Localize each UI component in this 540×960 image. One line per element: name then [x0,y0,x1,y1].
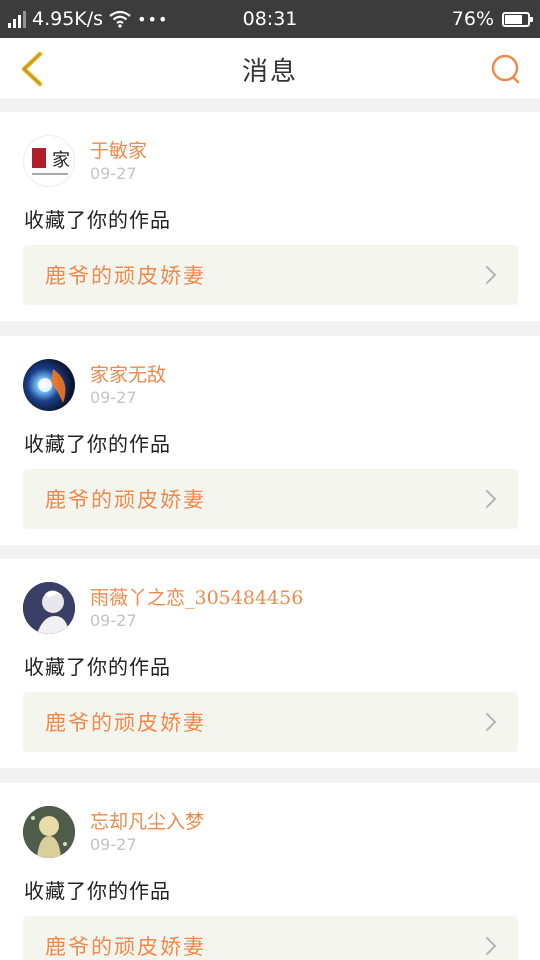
search-button[interactable] [484,47,528,91]
avatar-person-image [23,582,75,634]
message-card: 家 于敏家 09-27 收藏了你的作品 鹿爷的顽皮娇妻 [0,112,540,321]
message-card: 忘却凡尘入梦 09-27 收藏了你的作品 鹿爷的顽皮娇妻 [0,783,540,960]
username[interactable]: 于敏家 [90,136,147,163]
action-text: 收藏了你的作品 [24,879,171,903]
work-link[interactable]: 鹿爷的顽皮娇妻 [23,692,518,752]
status-bar: 4.95K/s ••• 08:31 76% [0,0,540,38]
battery-percent: 76% [451,8,494,30]
battery-fill [505,14,522,24]
chevron-right-icon [486,713,497,731]
status-right: 76% [451,0,533,38]
work-link[interactable]: 鹿爷的顽皮娇妻 [23,245,518,305]
avatar[interactable] [23,806,75,858]
message-card: 雨薇丫之恋_305484456 09-27 收藏了你的作品 鹿爷的顽皮娇妻 [0,559,540,768]
work-title: 鹿爷的顽皮娇妻 [45,264,206,288]
nav-bar: 消息 [0,38,540,100]
action-text: 收藏了你的作品 [24,432,171,456]
work-link[interactable]: 鹿爷的顽皮娇妻 [23,469,518,529]
work-title: 鹿爷的顽皮娇妻 [45,488,206,512]
message-date: 09-27 [90,388,137,407]
work-link[interactable]: 鹿爷的顽皮娇妻 [23,916,518,960]
page-title: 消息 [241,56,298,87]
avatar[interactable]: 家 [23,135,75,187]
username[interactable]: 忘却凡尘入梦 [90,807,204,834]
action-text: 收藏了你的作品 [24,655,171,679]
message-card: 家家无敌 09-27 收藏了你的作品 鹿爷的顽皮娇妻 [0,336,540,545]
message-date: 09-27 [90,835,137,854]
battery-icon [502,11,533,27]
chevron-right-icon [486,937,497,955]
username[interactable]: 家家无敌 [90,360,166,387]
action-text: 收藏了你的作品 [24,208,171,232]
avatar[interactable] [23,359,75,411]
chevron-right-icon [486,266,497,284]
message-date: 09-27 [90,611,137,630]
avatar-illustration-image [23,806,75,858]
avatar-logo-image: 家 [32,148,70,175]
avatar[interactable] [23,582,75,634]
avatar-planet-image [38,369,66,403]
message-date: 09-27 [90,164,137,183]
chevron-right-icon [486,490,497,508]
username[interactable]: 雨薇丫之恋_305484456 [90,583,303,610]
search-icon [491,54,520,84]
svg-text:家: 家 [52,150,70,171]
work-title: 鹿爷的顽皮娇妻 [45,935,206,959]
work-title: 鹿爷的顽皮娇妻 [45,711,206,735]
